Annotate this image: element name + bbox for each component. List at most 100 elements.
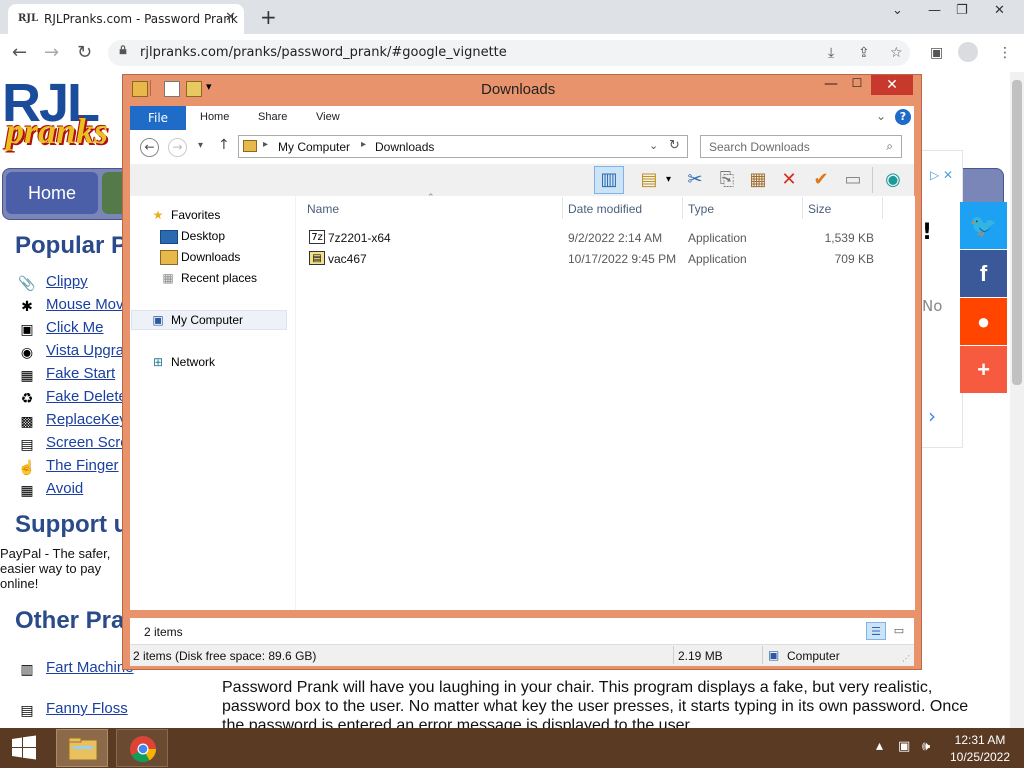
network-globe-icon[interactable]: ◉ [880,167,906,193]
breadcrumb-downloads[interactable]: Downloads [375,140,434,154]
ribbon-expand-icon[interactable]: ⌄ [876,109,886,123]
browser-toolbar: ← → ↻ rjlpranks.com/pranks/password_pran… [0,34,1024,73]
delete-icon[interactable]: ✕ [776,167,802,193]
properties-icon[interactable] [164,81,180,97]
clock-date[interactable]: 10/25/2022 [944,750,1016,764]
explorer-close-button[interactable]: ✕ [871,75,913,95]
network-tray-icon[interactable]: ▣ [898,739,910,754]
ad-arrow-icon[interactable]: › [928,404,936,428]
share-icon[interactable]: ⇪ [858,45,870,61]
tray-overflow-icon[interactable]: ▴ [876,738,883,754]
qat-dropdown-icon[interactable]: ▾ [206,80,212,93]
explorer-forward-icon[interactable]: → [168,138,187,157]
help-icon[interactable]: ? [895,109,911,125]
browser-close-icon[interactable]: ✕ [994,3,1005,18]
browser-restore-icon[interactable]: ❐ [956,3,968,18]
tab-title: RJLPranks.com - Password Prank [44,12,238,26]
ribbon-tab-view[interactable]: View [316,111,340,123]
popular-prank-link-label[interactable]: Click Me [46,319,104,336]
layout-pane-icon[interactable]: ▥ [594,166,624,194]
paypal-image-alt[interactable]: PayPal - The safer, easier way to pay on… [0,546,124,591]
ad-text: No [922,297,943,315]
column-divider[interactable] [882,197,883,219]
profile-icon[interactable] [958,42,978,62]
paste-icon[interactable]: ▦ [745,167,771,193]
resize-grip-icon[interactable]: ⋰ [902,654,910,663]
download-blocked-icon[interactable]: ⤓ [828,45,834,61]
nav-home-tab[interactable]: Home [6,172,98,214]
status-divider [673,646,674,664]
share-facebook-button[interactable]: f [960,250,1007,297]
recent-locations-icon[interactable]: ▾ [198,140,203,151]
ribbon-tab-home[interactable]: Home [200,111,229,123]
search-icon[interactable]: ⌕ [886,139,893,154]
check-icon[interactable]: ✔ [808,167,834,193]
column-date-modified[interactable]: Date modified [568,202,642,216]
options-dropdown-icon[interactable]: ▾ [666,174,671,185]
page-scrollbar-thumb[interactable] [1012,80,1022,385]
rename-icon[interactable]: ▭ [840,167,866,193]
share-more-button[interactable]: + [960,346,1007,393]
reload-icon[interactable]: ↻ [77,42,92,63]
file-size: 1,539 KB [824,231,874,245]
column-type[interactable]: Type [688,202,714,216]
refresh-icon[interactable]: ↻ [669,138,680,153]
share-reddit-button[interactable]: ● [960,298,1007,345]
menu-icon[interactable]: ⋮ [998,45,1012,61]
status-items-disk: 2 items (Disk free space: 89.6 GB) [133,649,317,663]
cut-icon[interactable]: ✂ [682,167,708,193]
address-dropdown-icon[interactable]: ⌄ [649,139,658,152]
column-size[interactable]: Size [808,202,831,216]
sidebar-icon[interactable]: ▣ [930,45,943,61]
column-name[interactable]: Name [307,202,339,216]
folder-options-icon[interactable]: ▤ [636,167,662,193]
site-logo[interactable]: RJL pranks [0,72,125,162]
address-bar[interactable]: rjlpranks.com/pranks/password_prank/#goo… [108,40,910,66]
ad-choices-icon[interactable]: ▷ ✕ [930,168,953,182]
other-prank-link-label[interactable]: Fart Machine [46,659,134,676]
share-twitter-button[interactable]: 🐦 [960,202,1007,249]
browser-minimize-icon[interactable]: — [928,3,941,18]
popular-prank-link-label[interactable]: Clippy [46,273,88,290]
column-divider[interactable] [802,197,803,219]
explorer-address-bar[interactable]: ▸ My Computer ▸ Downloads ⌄ ↻ [238,135,688,158]
popular-prank-link-label[interactable]: The Finger [46,457,119,474]
popular-prank-link-label[interactable]: Avoid [46,480,83,497]
column-divider[interactable] [682,197,683,219]
forward-icon[interactable]: → [44,42,59,63]
other-prank-link-label[interactable]: Fanny Floss [46,700,128,717]
details-view-icon[interactable]: ☰ [866,622,886,640]
search-box[interactable]: Search Downloads ⌕ [700,135,902,158]
volume-icon[interactable]: 🕪 [922,739,930,754]
new-folder-icon[interactable] [186,81,202,97]
popular-prank-link-label[interactable]: Fake Start [46,365,115,382]
file-name[interactable]: vac467 [328,252,367,266]
item-count: 2 items [144,625,183,639]
status-computer-icon: ▣ [768,648,780,662]
popular-prank-link-label[interactable]: Mouse Move [46,296,132,313]
breadcrumb-my-computer[interactable]: My Computer [278,140,350,154]
popular-prank-link-label[interactable]: Fake Delete [46,388,127,405]
file-type: Application [688,231,747,245]
new-tab-button[interactable]: + [260,5,277,29]
taskbar-file-explorer[interactable] [56,729,108,767]
explorer-back-icon[interactable]: ← [140,138,159,157]
up-icon[interactable]: ↑ [218,137,230,153]
explorer-maximize-icon[interactable]: ☐ [846,76,868,92]
browser-tab[interactable]: RJL RJLPranks.com - Password Prank ✕ [8,4,244,34]
explorer-minimize-icon[interactable]: — [820,76,842,92]
clock-time[interactable]: 12:31 AM [950,733,1010,747]
tab-search-icon[interactable]: ⌄ [892,3,903,18]
copy-icon[interactable]: ⎘ [714,167,740,193]
computer-icon: ▣ [152,313,164,327]
taskbar-chrome[interactable] [116,729,168,767]
ribbon-tab-file[interactable]: File [130,106,186,130]
ribbon-tab-share[interactable]: Share [258,111,287,123]
start-button[interactable] [0,728,48,768]
file-name[interactable]: 7z2201-x64 [328,231,391,245]
tab-close-icon[interactable]: ✕ [225,10,236,25]
column-divider[interactable] [562,197,563,219]
back-icon[interactable]: ← [12,42,27,63]
large-icons-view-icon[interactable]: ▭ [889,622,909,640]
star-icon[interactable]: ☆ [890,45,903,61]
